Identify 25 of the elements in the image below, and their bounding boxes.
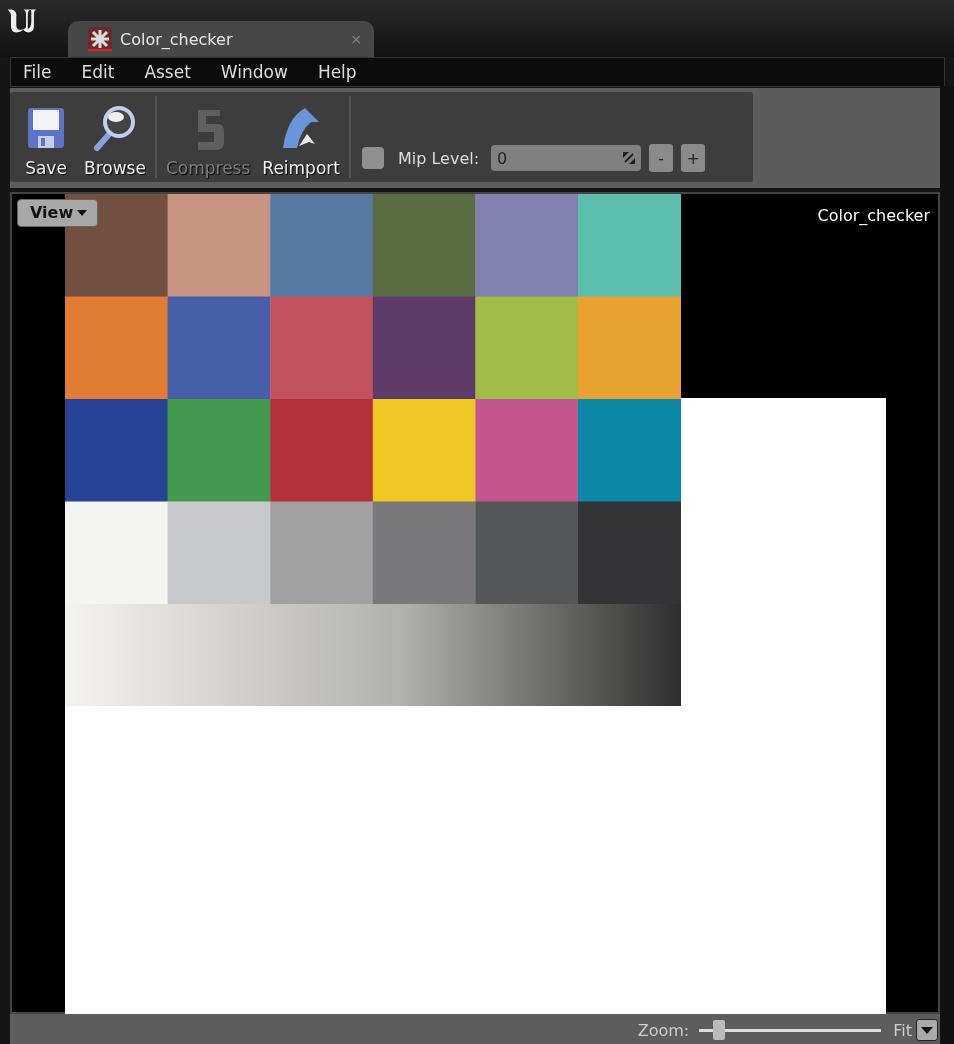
- mip-level-field[interactable]: 0: [491, 145, 642, 171]
- menu-item[interactable]: Window: [220, 62, 301, 82]
- decrement-button[interactable]: -: [649, 144, 674, 172]
- tab-title: Color_checker: [120, 29, 234, 49]
- browse-button[interactable]: Browse: [78, 92, 152, 182]
- reimport-button[interactable]: Reimport: [256, 92, 346, 182]
- zoom-label: Zoom:: [637, 1020, 690, 1040]
- menu-item[interactable]: Help: [317, 62, 370, 82]
- save-button[interactable]: Save: [14, 92, 78, 182]
- texture-name: Color_checker: [817, 206, 930, 225]
- mip-level-label: Mip Level:: [397, 148, 480, 168]
- caret-icon: [921, 1026, 933, 1034]
- view-button[interactable]: View: [17, 199, 99, 227]
- menu-item[interactable]: Edit: [81, 62, 128, 82]
- caret-icon: [77, 209, 88, 216]
- resize-icon: [623, 152, 636, 164]
- checkbox[interactable]: [361, 147, 384, 169]
- menu-item[interactable]: Asset: [144, 62, 204, 82]
- document-tab[interactable]: Color_checker ×: [68, 21, 374, 57]
- increment-button[interactable]: +: [681, 144, 706, 172]
- fit-label: Fit: [893, 1020, 912, 1040]
- scrollbar[interactable]: [940, 86, 954, 1044]
- menu-item[interactable]: File: [23, 62, 65, 82]
- texture-icon: [88, 27, 112, 51]
- dropdown-button[interactable]: [916, 1019, 938, 1041]
